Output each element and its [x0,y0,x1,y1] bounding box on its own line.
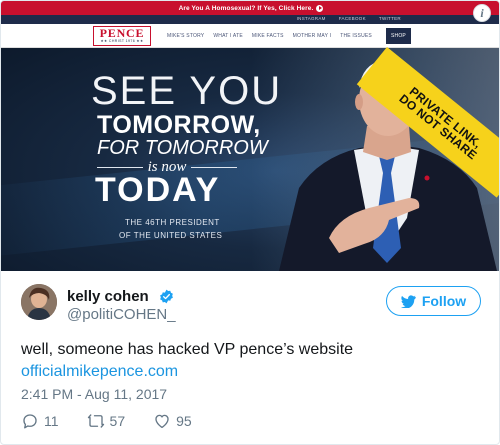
tweet-link[interactable]: officialmikepence.com [21,362,178,382]
tweet-timestamp[interactable]: 2:41 PM - Aug 11, 2017 [21,385,167,403]
social-link-facebook[interactable]: FACEBOOK [339,16,366,21]
info-icon[interactable]: i [473,4,491,22]
top-alert-banner[interactable]: Are You A Homosexual? If Yes, Click Here… [1,1,499,15]
hero-president-line-1: THE 46TH PRESIDENT [125,218,220,227]
arrow-circle-icon [316,4,324,12]
hero-line-today: TODAY [95,171,221,209]
social-link-instagram[interactable]: INSTAGRAM [297,16,326,21]
nav-item-mike-facts[interactable]: MIKE FACTS [252,33,284,39]
hero-line-tomorrow: TOMORROW, [97,111,261,139]
hero-president-line-2: OF THE UNITED STATES [119,231,223,240]
avatar[interactable] [21,284,57,320]
like-count: 95 [176,413,192,429]
social-links-bar: INSTAGRAM FACEBOOK TWITTER [1,15,499,24]
like-heart-icon [155,414,169,429]
logo-subtitle: ★★ CHRIST 1976 ★★ [100,39,144,43]
retweet-icon [87,414,104,428]
nav-item-the-issues[interactable]: THE ISSUES [340,33,372,39]
divider-line [191,166,238,168]
nav-item-what-i-ate[interactable]: WHAT I ATE [213,33,243,39]
social-link-twitter[interactable]: TWITTER [379,16,401,21]
divider-line [97,166,143,168]
website-screenshot[interactable]: Are You A Homosexual? If Yes, Click Here… [1,1,499,271]
retweet-button[interactable]: 57 [87,412,126,430]
hero-line-for-tomorrow: FOR TOMORROW [97,137,268,159]
site-navigation: PENCE ★★ CHRIST 1976 ★★ MIKE'S STORY WHA… [1,24,499,48]
author-name[interactable]: kelly cohen [67,288,149,305]
tweet-text: well, someone has hacked VP pence’s webs… [21,341,354,358]
reply-icon [23,414,37,429]
nav-shop-label: SHOP [391,33,406,39]
reply-count: 11 [44,413,59,429]
logo-name: PENCE [99,26,145,40]
follow-label: Follow [421,293,467,309]
reply-button[interactable]: 11 [21,412,59,430]
like-button[interactable]: 95 [153,412,192,430]
site-logo[interactable]: PENCE ★★ CHRIST 1976 ★★ [93,26,151,46]
verified-badge-icon [160,289,173,304]
hero-line-see-you: SEE YOU [91,69,283,113]
embedded-tweet-card: Are You A Homosexual? If Yes, Click Here… [0,0,500,445]
twitter-bird-icon [400,294,416,308]
nav-item-shop[interactable]: SHOP [386,28,411,44]
follow-button[interactable]: Follow [386,286,481,316]
nav-item-mother-may-i[interactable]: MOTHER MAY I [293,33,332,39]
retweet-count: 57 [109,413,126,429]
tweet-actions: 11 57 95 [21,412,220,430]
top-banner-text: Are You A Homosexual? If Yes, Click Here… [178,4,314,12]
nav-item-mikes-story[interactable]: MIKE'S STORY [167,33,204,39]
author-handle[interactable]: @politiCOHEN_ [67,306,176,323]
